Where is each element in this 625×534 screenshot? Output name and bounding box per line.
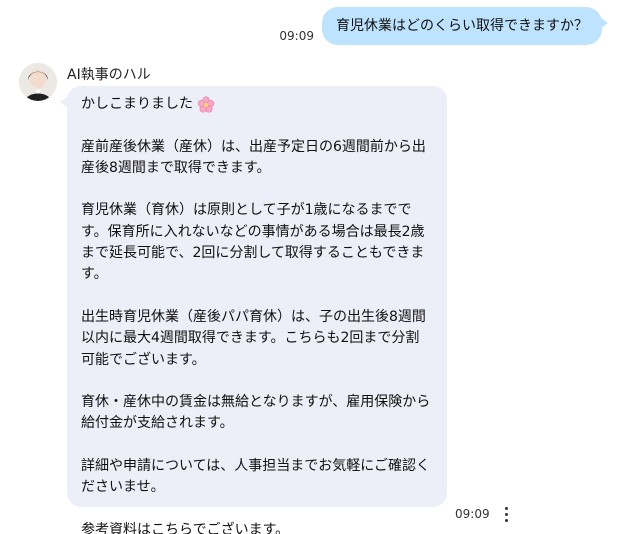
user-message-row: 09:09 育児休業はどのくらい取得できますか？ [279,7,608,45]
bot-name: AI執事のハル [67,67,151,83]
bot-message-time: 09:09 [455,507,490,521]
bot-paragraph: 育休・産休中の賃金は無給となりますが、雇用保険から給付金が支給されます。 [81,394,431,432]
chat-window: 09:09 育児休業はどのくらい取得できますか？ AI執事のハル かしこまりまし… [0,0,625,534]
more-vertical-icon[interactable] [498,503,514,525]
bot-paragraph: 参考資料はこちらでございます。 [81,521,290,534]
bot-message-bubble: かしこまりました 産前産後休業（産休）は、出産予定日の6週間前から出産後8週間ま… [60,86,447,534]
bot-paragraph: 育児休業（育休）は原則として子が1歳になるまでです。保育所に入れないなどの事情が… [81,202,425,283]
bot-greeting: かしこまりました [81,96,193,112]
user-message-bubble: 育児休業はどのくらい取得できますか？ [322,7,608,45]
cherry-blossom-icon [197,96,215,113]
user-message-time: 09:09 [279,29,314,43]
bot-paragraph: 詳細や申請については、人事担当までお気軽にご確認くださいませ。 [81,458,431,496]
bot-greeting-line: かしこまりました [81,94,433,115]
bot-paragraph: 出生時育児休業（産後パパ育休）は、子の出生後8週間以内に最大4週間取得できます。… [81,308,426,368]
avatar[interactable] [19,63,57,101]
bot-paragraph: 産前産後休業（産休）は、出産予定日の6週間前から出産後8週間まで取得できます。 [81,138,426,176]
